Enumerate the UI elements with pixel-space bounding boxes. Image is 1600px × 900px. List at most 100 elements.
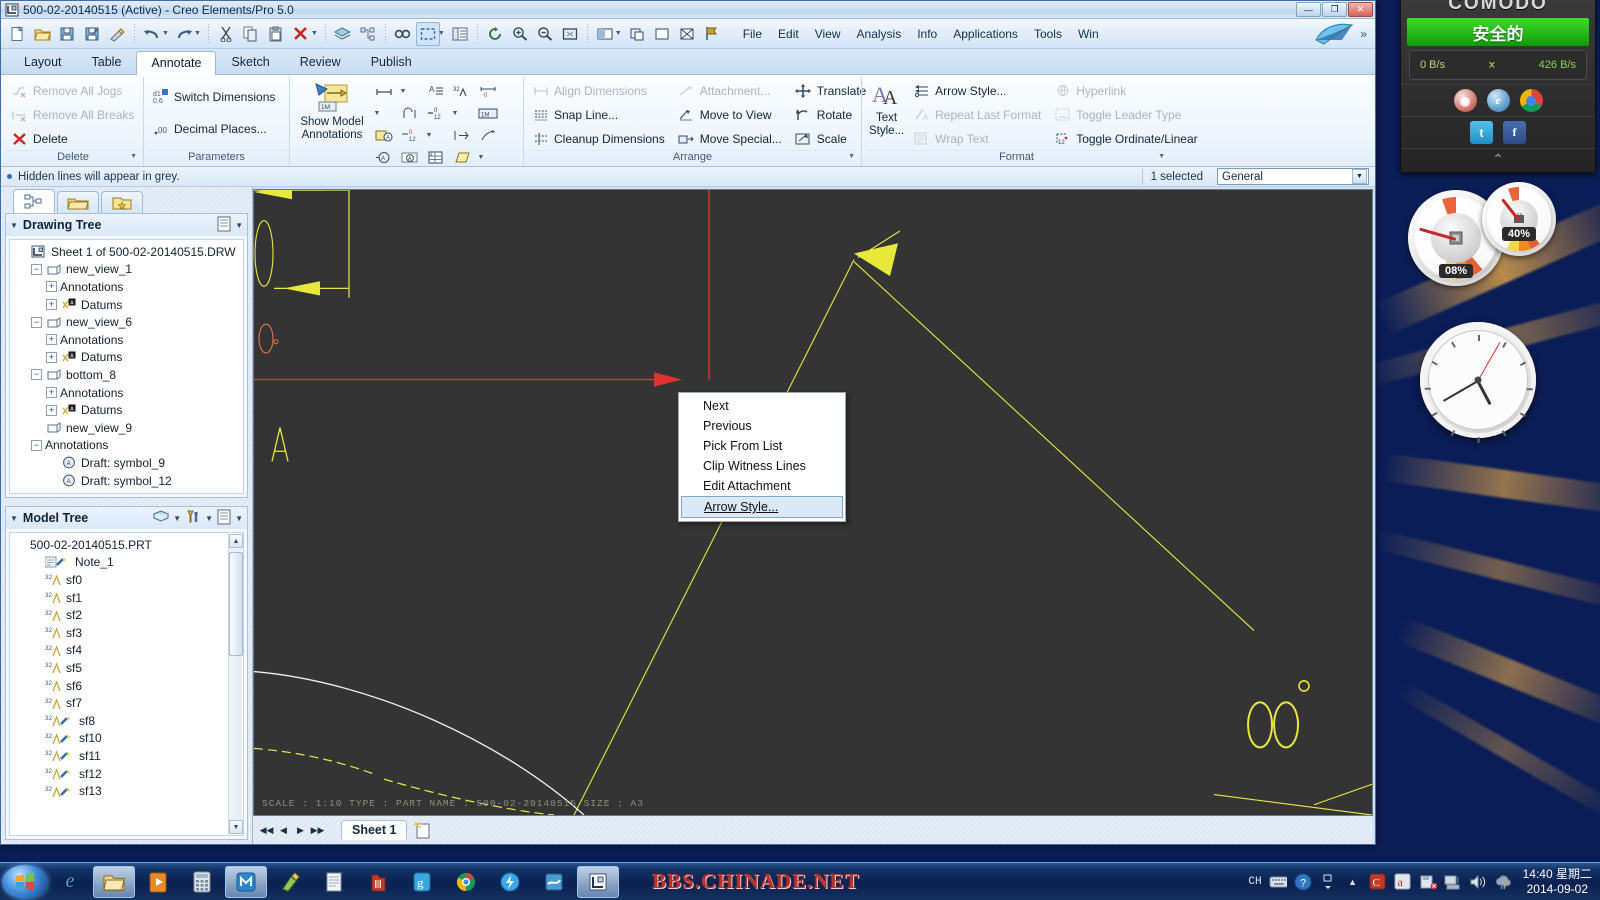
delete-caret-icon[interactable]: ▼ — [311, 30, 318, 37]
arrange-dialog-launcher-icon[interactable]: ▼ — [848, 153, 855, 160]
surface-symbol-icon[interactable]: A — [398, 147, 422, 168]
datum-feature-icon[interactable]: 1M — [476, 103, 500, 124]
comodo-collapse-button[interactable]: ⌃ — [1401, 148, 1595, 168]
refit-icon[interactable] — [558, 22, 582, 46]
removable-media-icon[interactable] — [1419, 873, 1437, 891]
expand-icon[interactable]: + — [46, 404, 57, 416]
comodo-dragon-icon[interactable]: ◉ — [1453, 89, 1477, 112]
tab-layout[interactable]: Layout — [9, 50, 77, 74]
drawing-tree-row[interactable]: new_view_9 — [12, 419, 241, 437]
settings-tools-icon[interactable] — [184, 509, 202, 527]
drawing-tree-row[interactable]: + A Datums — [12, 401, 241, 419]
toggle-leader-type-button[interactable]: Toggle Leader Type — [1050, 103, 1204, 126]
delete-dialog-launcher-icon[interactable]: ▼ — [130, 153, 137, 160]
ime-indicator[interactable]: CH — [1248, 876, 1261, 888]
model-tree-row[interactable]: 32 sf6 — [12, 677, 223, 695]
context-menu-item-arrow-style[interactable]: Arrow Style... — [681, 496, 843, 518]
taskbar-creo[interactable] — [577, 865, 619, 898]
model-tree-row[interactable]: 32 sf4 — [12, 642, 223, 660]
gtol-caret-icon[interactable]: ▼ — [372, 103, 382, 124]
context-menu-item-clip-witness-lines[interactable]: Clip Witness Lines — [679, 456, 845, 476]
next-sheet-button[interactable]: ▶ — [293, 821, 308, 839]
drawing-tree-row[interactable]: A Draft: symbol_9 — [12, 454, 241, 472]
redo-icon[interactable] — [172, 22, 196, 46]
drawing-tree-row[interactable]: + A Datums — [12, 349, 241, 367]
scroll-up-arrow-icon[interactable]: ▲ — [229, 534, 243, 548]
model-tree-row[interactable]: 32 sf10 — [12, 730, 223, 748]
hyperlink-button[interactable]: Hyperlink — [1050, 79, 1204, 102]
switch-dimensions-button[interactable]: d1 0.6 Switch Dimensions — [148, 85, 282, 108]
first-sheet-button[interactable]: ◀◀ — [259, 821, 274, 839]
tree-settings-icon[interactable] — [216, 216, 232, 235]
taskbar-calculator[interactable] — [181, 866, 223, 898]
snap-line-button[interactable]: Snap Line... — [528, 103, 672, 126]
model-tree-row[interactable]: Note_1 — [12, 554, 223, 572]
folder-browser-tab[interactable] — [57, 191, 99, 213]
lock-view-icon[interactable] — [625, 22, 649, 46]
taskbar-thunder[interactable] — [489, 866, 531, 898]
annotation-toggle-icon[interactable] — [700, 22, 724, 46]
context-menu[interactable]: Next Previous Pick From List Clip Witnes… — [678, 392, 846, 522]
tab-review[interactable]: Review — [285, 50, 356, 74]
text-style-button[interactable]: A A Text Style... — [866, 79, 907, 141]
symbol-icon[interactable]: A — [372, 147, 396, 168]
tab-sketch[interactable]: Sketch — [216, 50, 284, 74]
cleanup-dimensions-button[interactable]: Cleanup Dimensions — [528, 127, 672, 150]
toggle-ordinate-linear-button[interactable]: 12 Toggle Ordinate/Linear — [1050, 127, 1204, 150]
menu-analysis[interactable]: Analysis — [849, 24, 910, 44]
tolerance-caret-icon[interactable]: ▼ — [450, 103, 460, 124]
collapse-triangle-icon[interactable]: ▼ — [10, 514, 18, 523]
tab-publish[interactable]: Publish — [356, 50, 427, 74]
leader-note-icon[interactable] — [476, 125, 500, 146]
scroll-down-arrow-icon[interactable]: ▼ — [229, 820, 243, 834]
expand-icon[interactable]: + — [46, 351, 57, 363]
taskbar-messenger[interactable] — [225, 865, 267, 898]
avira-tray-icon[interactable]: a — [1394, 873, 1412, 891]
show-caret-icon[interactable]: ▼ — [173, 514, 181, 523]
drawing-tree[interactable]: Sheet 1 of 500-02-20140515.DRW − new_view_… — [9, 239, 244, 494]
previous-sheet-button[interactable]: ◀ — [276, 821, 291, 839]
new-icon[interactable] — [5, 22, 29, 46]
tree-menu-caret-icon[interactable]: ▼ — [235, 221, 243, 230]
collapse-icon[interactable]: − — [31, 369, 42, 381]
new-sheet-icon[interactable] — [413, 820, 433, 840]
driven-caret-icon[interactable]: ▼ — [424, 125, 434, 146]
model-tree-row[interactable]: 32 sf11 — [12, 747, 223, 765]
model-tree-tab[interactable] — [13, 189, 55, 213]
decimal-places-button[interactable]: 00 Decimal Places... — [148, 117, 282, 140]
tab-table[interactable]: Table — [77, 50, 137, 74]
taskbar-winrar[interactable] — [357, 866, 399, 898]
move-to-view-button[interactable]: Move to View — [674, 103, 789, 126]
paste-icon[interactable] — [264, 22, 288, 46]
save-icon[interactable] — [55, 22, 79, 46]
menu-view[interactable]: View — [807, 24, 849, 44]
dimension-caret-icon[interactable]: ▼ — [398, 81, 408, 102]
align-dimensions-button[interactable]: Align Dimensions — [528, 79, 672, 102]
drawing-tree-row[interactable]: + Annotations — [12, 331, 241, 349]
repaint-icon[interactable] — [483, 22, 507, 46]
remove-all-jogs-button[interactable]: Remove All Jogs — [7, 79, 141, 102]
model-tree-row[interactable]: 500-02-20140515.PRT — [12, 536, 223, 554]
menu-applications[interactable]: Applications — [945, 24, 1026, 44]
surface-finish-icon[interactable]: 32 — [450, 81, 474, 102]
table-note-icon[interactable]: x — [424, 147, 448, 168]
model-tree-row[interactable]: 32 sf8 — [12, 712, 223, 730]
tree-filters-icon[interactable] — [356, 22, 380, 46]
model-tree[interactable]: 500-02-20140515.PRT Note_1 32 sf0 32 sf1 32 sf2… — [9, 532, 244, 836]
tray-overflow-arrow-icon[interactable]: ▲ — [1344, 873, 1362, 891]
select-box-icon[interactable] — [415, 21, 440, 46]
collapse-triangle-icon[interactable]: ▼ — [10, 221, 18, 230]
cross-section-icon[interactable] — [675, 22, 699, 46]
copy-icon[interactable] — [239, 22, 263, 46]
draft-entity-caret-icon[interactable]: ▼ — [476, 147, 486, 168]
no-hidden-icon[interactable] — [650, 22, 674, 46]
show-model-annotations-button[interactable]: 1M Show Model Annotations — [294, 79, 370, 145]
keyboard-icon[interactable] — [1269, 873, 1287, 891]
menu-edit[interactable]: Edit — [770, 24, 807, 44]
draft-entity-icon[interactable] — [450, 147, 474, 168]
taskbar-foxit[interactable] — [533, 866, 575, 898]
chrome-icon[interactable] — [1519, 89, 1543, 112]
internet-explorer-icon[interactable]: e — [1486, 89, 1510, 112]
drawing-tree-row[interactable]: Sheet 1 of 500-02-20140515.DRW — [12, 243, 241, 261]
geometric-tolerance-icon[interactable]: 0 — [476, 81, 500, 102]
